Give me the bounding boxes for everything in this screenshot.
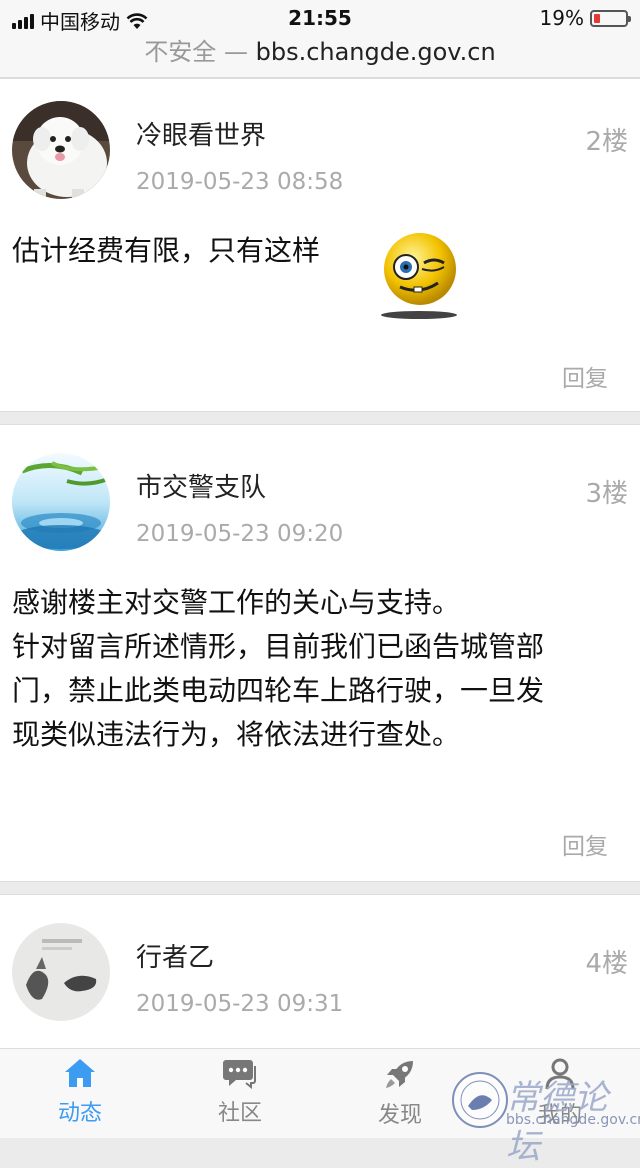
tab-label: 社区 <box>217 1101 262 1126</box>
url-bar[interactable]: 不安全 — bbs.changde.gov.cn <box>0 36 640 78</box>
insecure-label: 不安全 — <box>144 38 248 66</box>
post-date: 2019-05-23 09:20 <box>136 521 344 547</box>
winking-emoji <box>381 233 457 319</box>
status-bar: 中国移动 21:55 19% <box>0 0 640 36</box>
post-content: 估计经费有限，只有这样 <box>12 229 624 273</box>
author-name[interactable]: 行者乙 <box>136 937 214 974</box>
avatar[interactable] <box>12 101 110 199</box>
post-card: 市交警支队 3楼 2019-05-23 09:20 感谢楼主对交警工作的关心与支… <box>0 424 640 882</box>
avatar[interactable] <box>12 453 110 551</box>
tab-label: 动态 <box>57 1101 102 1126</box>
post-text: 估计经费有限，只有这样 <box>12 234 321 267</box>
battery-percent: 19% <box>539 6 584 30</box>
rocket-icon <box>386 1061 413 1088</box>
content-line: 针对留言所述情形，目前我们已函告城管部 <box>12 630 545 663</box>
chat-icon <box>223 1060 256 1089</box>
post-date: 2019-05-23 09:31 <box>136 991 344 1017</box>
home-icon <box>65 1059 95 1087</box>
author-name[interactable]: 市交警支队 <box>136 467 266 504</box>
content-line: 感谢楼主对交警工作的关心与支持。 <box>12 586 461 619</box>
post-card: 行者乙 4楼 2019-05-23 09:31 <box>0 894 640 1054</box>
floor-number: 3楼 <box>585 479 628 509</box>
post-card: 冷眼看世界 2楼 2019-05-23 08:58 估计经费有限，只有这样 回复 <box>0 78 640 412</box>
tab-faxian[interactable]: 发现 <box>350 1057 450 1129</box>
reply-button[interactable]: 回复 <box>562 827 608 861</box>
battery-icon <box>590 9 631 27</box>
post-content: 感谢楼主对交警工作的关心与支持。 针对留言所述情形，目前我们已函告城管部 门，禁… <box>12 581 624 757</box>
avatar[interactable] <box>12 923 110 1021</box>
url-domain: bbs.changde.gov.cn <box>255 38 496 66</box>
tab-label: 发现 <box>377 1103 422 1128</box>
watermark-url: bbs.changde.gov.cn <box>506 1112 640 1128</box>
tab-dongtai[interactable]: 动态 <box>30 1057 130 1127</box>
post-date: 2019-05-23 08:58 <box>136 169 344 195</box>
content-line: 门，禁止此类电动四轮车上路行驶，一旦发 <box>12 674 545 707</box>
author-name[interactable]: 冷眼看世界 <box>136 115 266 152</box>
content-line: 现类似违法行为，将依法进行查处。 <box>12 718 461 751</box>
floor-number: 4楼 <box>585 949 628 979</box>
floor-number: 2楼 <box>585 127 628 157</box>
reply-button[interactable]: 回复 <box>562 359 608 393</box>
tab-shequ[interactable]: 社区 <box>190 1057 290 1127</box>
